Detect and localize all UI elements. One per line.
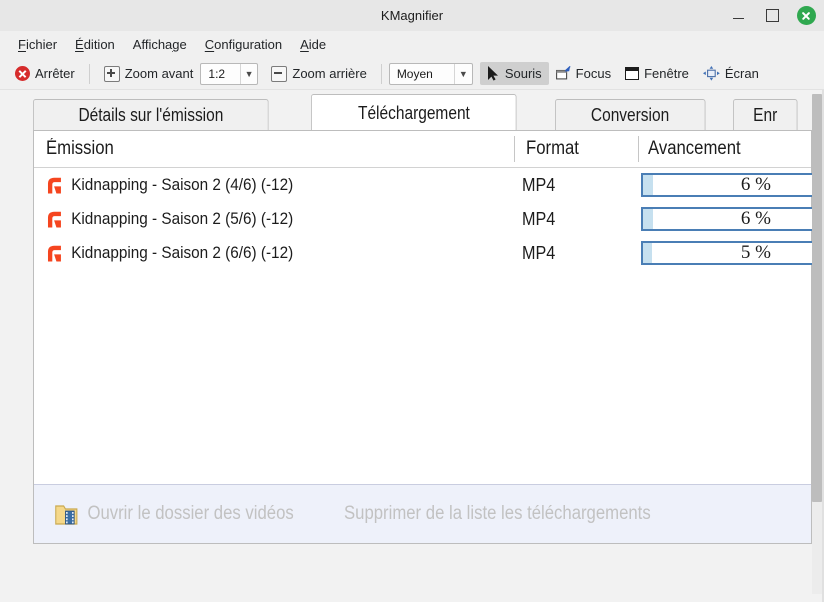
zoom-ratio-select[interactable]: 1:2 ▼ <box>200 63 258 85</box>
table-header: Émission Format Avancement <box>34 131 811 168</box>
menu-affichage[interactable]: Affichage <box>124 34 196 55</box>
progress-bar: 5 % <box>641 241 819 265</box>
column-divider-2[interactable] <box>638 136 639 162</box>
tab-enregistrement[interactable]: Enr <box>733 99 797 131</box>
toolbar-separator-1 <box>89 64 90 84</box>
minimize-icon <box>733 18 744 19</box>
column-header-emission[interactable]: Émission <box>46 131 114 167</box>
screen-icon <box>703 66 720 81</box>
column-header-avancement[interactable]: Avancement <box>648 131 741 167</box>
delete-downloads-label: Supprimer de la liste les téléchargement… <box>344 503 651 525</box>
window-mode-button[interactable]: Fenêtre <box>618 62 696 85</box>
close-icon <box>797 6 816 25</box>
stop-icon <box>15 66 30 81</box>
download-panel: Émission Format Avancement Kidnapping - … <box>33 130 812 544</box>
size-value: Moyen <box>390 67 454 81</box>
column-header-format[interactable]: Format <box>526 131 579 167</box>
progress-label: 5 % <box>643 243 817 263</box>
cell-format: MP4 <box>522 168 555 202</box>
toolbar: Arrêter Zoom avant 1:2 ▼ Zoom arrière Mo… <box>0 58 824 90</box>
emission-name: Kidnapping - Saison 2 (5/6) (-12) <box>71 209 293 229</box>
table-row[interactable]: Kidnapping - Saison 2 (4/6) (-12) MP4 6 … <box>34 168 811 202</box>
toolbar-separator-2 <box>381 64 382 84</box>
mouse-mode-label: Souris <box>505 66 542 81</box>
emission-name: Kidnapping - Saison 2 (4/6) (-12) <box>71 175 293 195</box>
menu-bar: Fichier Édition Affichage Configuration … <box>0 31 824 58</box>
progress-label: 6 % <box>643 175 817 195</box>
screen-mode-label: Écran <box>725 66 759 81</box>
chevron-down-icon: ▼ <box>240 64 258 84</box>
window-title: KMagnifier <box>381 8 443 23</box>
minimize-button[interactable] <box>728 6 748 26</box>
cell-progress: 6 % <box>641 207 819 231</box>
zoom-out-icon <box>271 66 287 82</box>
title-bar: KMagnifier <box>0 0 824 32</box>
cell-emission: Kidnapping - Saison 2 (4/6) (-12) <box>46 168 293 202</box>
tab-label: Téléchargement <box>358 103 470 124</box>
window-icon <box>625 67 639 80</box>
emission-name: Kidnapping - Saison 2 (6/6) (-12) <box>71 243 293 263</box>
cell-format: MP4 <box>522 236 555 270</box>
screen-mode-button[interactable]: Écran <box>696 62 766 85</box>
focus-icon <box>556 66 571 81</box>
cell-progress: 6 % <box>641 173 819 197</box>
tab-label: Détails sur l'émission <box>78 105 223 126</box>
open-video-folder-button[interactable]: Ouvrir le dossier des vidéos <box>54 500 294 528</box>
menu-edition[interactable]: Édition <box>66 34 124 55</box>
kmagnifier-window: KMagnifier Fichier Édition Affichage Con… <box>0 0 824 602</box>
zoom-in-icon <box>104 66 120 82</box>
stop-button[interactable]: Arrêter <box>8 62 82 85</box>
cell-format: MP4 <box>522 202 555 236</box>
progress-bar: 6 % <box>641 207 819 231</box>
maximize-button[interactable] <box>762 6 782 26</box>
open-video-folder-label: Ouvrir le dossier des vidéos <box>87 503 293 525</box>
tab-conversion[interactable]: Conversion <box>555 99 705 131</box>
tab-telechargement[interactable]: Téléchargement <box>311 94 517 131</box>
progress-label: 6 % <box>643 209 817 229</box>
arte-logo-icon <box>46 245 63 262</box>
zoom-in-label: Zoom avant <box>125 66 194 81</box>
focus-mode-button[interactable]: Focus <box>549 62 618 85</box>
cell-emission: Kidnapping - Saison 2 (6/6) (-12) <box>46 236 293 270</box>
window-mode-label: Fenêtre <box>644 66 689 81</box>
maximize-icon <box>766 9 779 22</box>
menu-configuration[interactable]: Configuration <box>196 34 291 55</box>
focus-mode-label: Focus <box>576 66 611 81</box>
mouse-mode-button[interactable]: Souris <box>480 62 549 85</box>
tab-label: Conversion <box>590 105 668 126</box>
table-row[interactable]: Kidnapping - Saison 2 (5/6) (-12) MP4 6 … <box>34 202 811 236</box>
video-folder-icon <box>54 500 79 528</box>
tab-label: Enr <box>753 105 777 126</box>
magnified-content-area: Détails sur l'émission Téléchargement Co… <box>0 90 824 602</box>
column-divider-1[interactable] <box>514 136 515 162</box>
zoom-out-button[interactable]: Zoom arrière <box>264 62 373 86</box>
chevron-down-icon: ▼ <box>454 64 472 84</box>
zoom-in-button[interactable]: Zoom avant <box>97 62 201 86</box>
tab-details-emission[interactable]: Détails sur l'émission <box>33 99 269 131</box>
scrollbar-thumb[interactable] <box>812 94 822 502</box>
delete-downloads-button[interactable]: Supprimer de la liste les téléchargement… <box>344 503 651 525</box>
stop-button-label: Arrêter <box>35 66 75 81</box>
zoom-out-label: Zoom arrière <box>292 66 366 81</box>
cell-emission: Kidnapping - Saison 2 (5/6) (-12) <box>46 202 293 236</box>
close-button[interactable] <box>796 6 816 26</box>
table-row[interactable]: Kidnapping - Saison 2 (6/6) (-12) MP4 5 … <box>34 236 811 270</box>
size-select[interactable]: Moyen ▼ <box>389 63 473 85</box>
window-controls <box>728 0 816 31</box>
arte-logo-icon <box>46 177 63 194</box>
panel-footer: Ouvrir le dossier des vidéos Supprimer d… <box>34 484 811 543</box>
menu-fichier[interactable]: Fichier <box>9 34 66 55</box>
tab-strip: Détails sur l'émission Téléchargement Co… <box>33 94 812 131</box>
menu-aide[interactable]: Aide <box>291 34 335 55</box>
mouse-pointer-icon <box>487 66 500 81</box>
cell-progress: 5 % <box>641 241 819 265</box>
progress-bar: 6 % <box>641 173 819 197</box>
zoom-ratio-value: 1:2 <box>201 67 239 81</box>
arte-logo-icon <box>46 211 63 228</box>
